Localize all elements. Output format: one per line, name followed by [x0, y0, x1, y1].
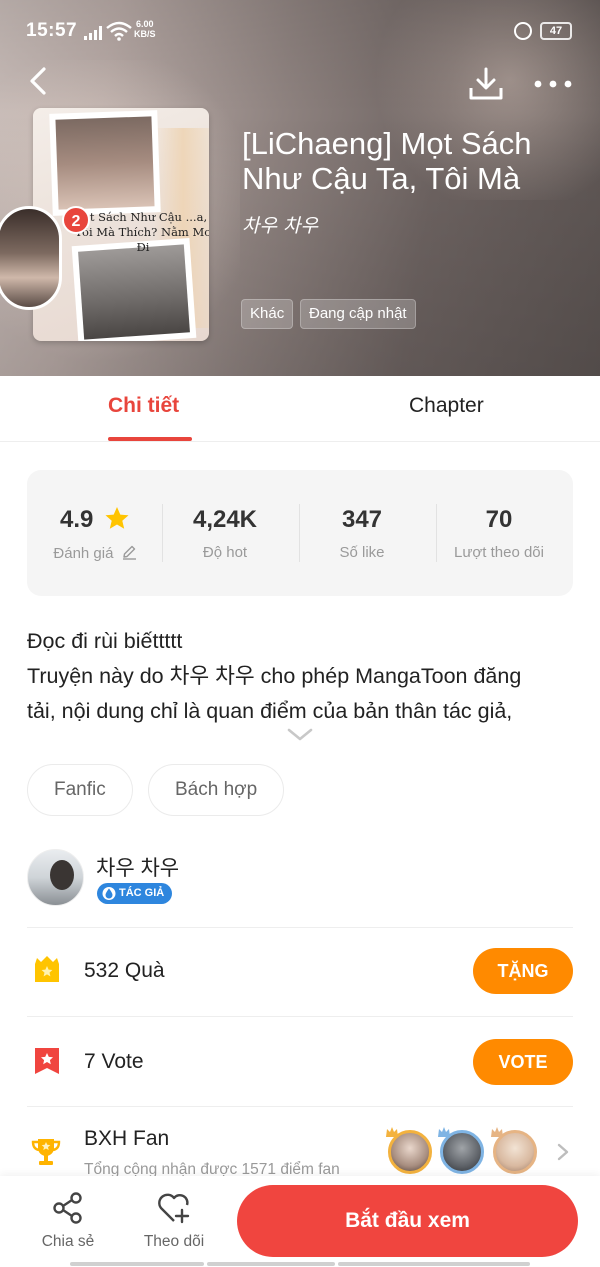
share-label: Chia sẻ: [41, 1233, 95, 1250]
stat-rating[interactable]: 4.9 Đánh giá: [27, 506, 163, 562]
net-speed: 6.00 KB/S: [134, 19, 156, 39]
description-line: tải, nội dung chỉ là quan điểm của bản t…: [27, 699, 513, 723]
alarm-icon: [514, 22, 532, 40]
gift-button[interactable]: TẶNG: [473, 948, 573, 994]
notification-badge: 2: [62, 206, 90, 234]
more-dots-icon[interactable]: [534, 74, 572, 94]
stat-hot: 4,24K Độ hot: [157, 506, 293, 561]
gift-label: Quà: [124, 959, 165, 982]
wifi-icon: [106, 21, 132, 41]
hot-label: Độ hot: [202, 544, 248, 561]
book-author[interactable]: 차우 차우: [242, 211, 318, 238]
description-line: Đọc đi rùi biếttttt: [27, 629, 183, 653]
status-bar: 15:57 6.00 KB/S 47: [0, 0, 600, 62]
row-divider: [27, 927, 573, 928]
follow-label: Theo dõi: [143, 1233, 205, 1250]
stat-followers: 70 Lượt theo dõi: [431, 506, 567, 561]
tab-active-indicator: [108, 437, 192, 441]
download-icon[interactable]: [468, 66, 504, 102]
net-speed-unit: KB/S: [134, 29, 156, 39]
follow-button[interactable]: Theo dõi: [134, 1191, 214, 1251]
signal-icon: [84, 26, 102, 40]
pencil-icon[interactable]: [121, 544, 137, 560]
author-role-badge: TÁC GIẢ: [97, 883, 173, 904]
cover-photo-top: [49, 110, 161, 216]
description-line: Truyện này do 차우 차우 cho phép MangaToon đ…: [27, 664, 522, 688]
gift-icon: [35, 956, 59, 982]
followers-label: Lượt theo dõi: [454, 544, 544, 561]
rating-label: Đánh giá: [53, 545, 114, 562]
drop-icon: [102, 887, 116, 900]
start-reading-button[interactable]: Bắt đầu xem: [237, 1185, 578, 1257]
author-name[interactable]: 차우 차우: [96, 852, 179, 882]
avatar[interactable]: [27, 849, 84, 906]
star-icon: [105, 507, 129, 529]
share-icon: [53, 1192, 82, 1224]
likes-value: 347: [341, 506, 383, 533]
tag-bach-hop[interactable]: Bách hợp: [148, 764, 285, 816]
likes-label: Số like: [339, 544, 385, 561]
status-time: 15:57: [26, 20, 78, 41]
trophy-icon: [31, 1139, 61, 1165]
stat-likes: 347 Số like: [294, 506, 430, 561]
back-arrow-icon[interactable]: [24, 64, 54, 98]
net-speed-value: 6.00: [135, 19, 154, 29]
tag-fanfic[interactable]: Fanfic: [27, 764, 133, 816]
chevron-right-icon[interactable]: [556, 1142, 570, 1162]
battery-indicator: 47: [540, 22, 572, 40]
gift-count-row: 532 Quà: [84, 959, 165, 983]
row-divider: [27, 1016, 573, 1017]
crown-icon: [386, 1127, 398, 1137]
author-role-text: TÁC GIẢ: [119, 887, 165, 899]
book-title: [LiChaeng] Mọt Sách Như Cậu Ta, Tôi Mà: [242, 126, 532, 196]
tab-detail[interactable]: Chi tiết: [108, 394, 179, 418]
nav-hint-bar: [70, 1262, 204, 1266]
genre-chip-status[interactable]: Đang cập nhật: [300, 299, 416, 329]
book-cover[interactable]: ...t Sách Như Cậu ...a, Tôi Mà Thích? Nằ…: [33, 108, 209, 341]
crown-icon: [438, 1127, 450, 1137]
row-divider: [27, 1106, 573, 1107]
chevron-down-icon[interactable]: [286, 726, 314, 744]
rating-value: 4.9: [59, 506, 94, 533]
hot-value: 4,24K: [192, 506, 258, 533]
vote-count: 7: [84, 1050, 96, 1073]
share-button[interactable]: Chia sẻ: [28, 1191, 108, 1251]
gift-count: 532: [84, 959, 120, 982]
book-header: 15:57 6.00 KB/S 47 ...t Sách Như Cậu ...…: [0, 0, 600, 376]
vote-count-row: 7 Vote: [84, 1050, 144, 1074]
bottom-action-bar: Chia sẻ Theo dõi Bắt đầu xem: [0, 1176, 600, 1267]
nav-hint-bar: [338, 1262, 530, 1266]
book-description: Đọc đi rùi biếttttt Truyện này do 차우 차우 …: [27, 624, 577, 729]
followers-value: 70: [485, 506, 513, 533]
heart-plus-icon: [158, 1193, 190, 1224]
tab-bar: Chi tiết Chapter: [0, 376, 600, 442]
crown-icon: [491, 1127, 503, 1137]
vote-button[interactable]: VOTE: [473, 1039, 573, 1085]
fan-rank-title[interactable]: BXH Fan: [84, 1127, 169, 1151]
vote-ticket-icon: [35, 1048, 59, 1074]
stats-card: 4.9 Đánh giá 4,24K Độ hot 347 Số like 70…: [27, 470, 573, 596]
cover-author-avatar[interactable]: [0, 206, 62, 310]
genre-chip-other[interactable]: Khác: [241, 299, 294, 329]
vote-label: Vote: [101, 1050, 144, 1073]
cover-title-text: ...t Sách Như Cậu ...a, Tôi Mà Thích? Nằ…: [74, 210, 209, 254]
tab-chapter[interactable]: Chapter: [409, 394, 484, 418]
nav-hint-bar: [207, 1262, 335, 1266]
